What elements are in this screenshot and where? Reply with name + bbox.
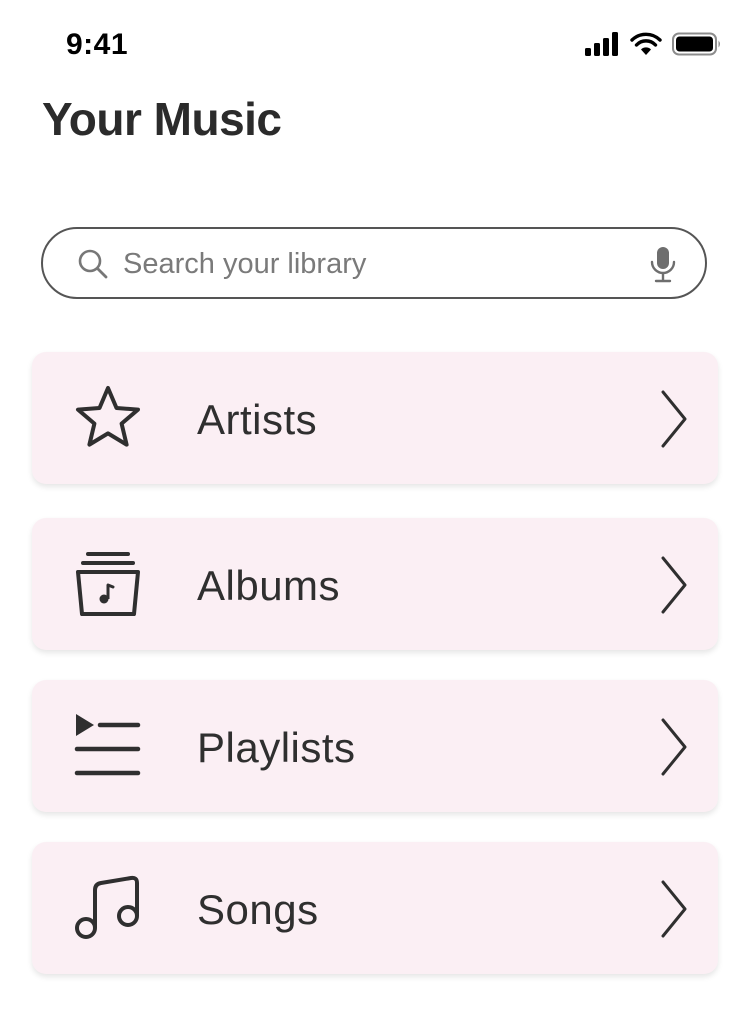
music-note-icon [74,874,142,942]
library-item-label: Playlists [197,724,356,771]
library-item-artists[interactable]: Artists [32,352,718,484]
page-title: Your Music [42,93,282,145]
cellular-signal-icon [584,32,620,56]
star-icon [74,384,142,452]
library-item-albums[interactable]: Albums [32,518,718,650]
library-item-playlists[interactable]: Playlists [32,680,718,812]
album-stack-icon [74,550,142,618]
status-bar: 9:41 [0,0,750,90]
chevron-right-icon [660,556,688,619]
chevron-right-icon [660,880,688,943]
status-time: 9:41 [66,28,129,61]
wifi-icon [630,32,662,56]
status-icons [584,32,722,56]
library-item-label: Songs [197,886,319,933]
library-item-label: Artists [197,396,318,443]
search-input[interactable] [121,239,625,289]
chevron-right-icon [660,718,688,781]
search-bar[interactable] [41,227,707,299]
microphone-icon[interactable] [649,245,677,290]
battery-icon [672,32,722,56]
screen: 9:41 Your Music Search your library Arti… [0,0,750,1024]
library-item-label: Albums [197,562,341,609]
search-icon [77,248,109,285]
playlist-icon [74,712,142,780]
chevron-right-icon [660,390,688,453]
library-item-songs[interactable]: Songs [32,842,718,974]
